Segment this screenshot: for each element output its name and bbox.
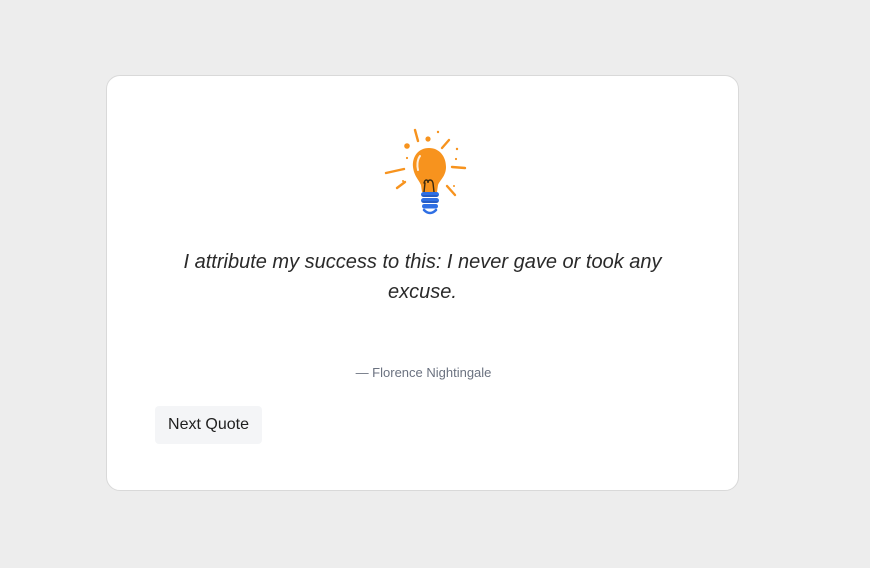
next-quote-button[interactable]: Next Quote: [155, 406, 262, 444]
lightbulb-icon: [384, 128, 467, 215]
quote-text: I attribute my success to this: I never …: [183, 251, 662, 303]
quote-author: — Florence Nightingale: [355, 365, 492, 380]
quote-card: I attribute my success to this: I never …: [106, 75, 739, 491]
